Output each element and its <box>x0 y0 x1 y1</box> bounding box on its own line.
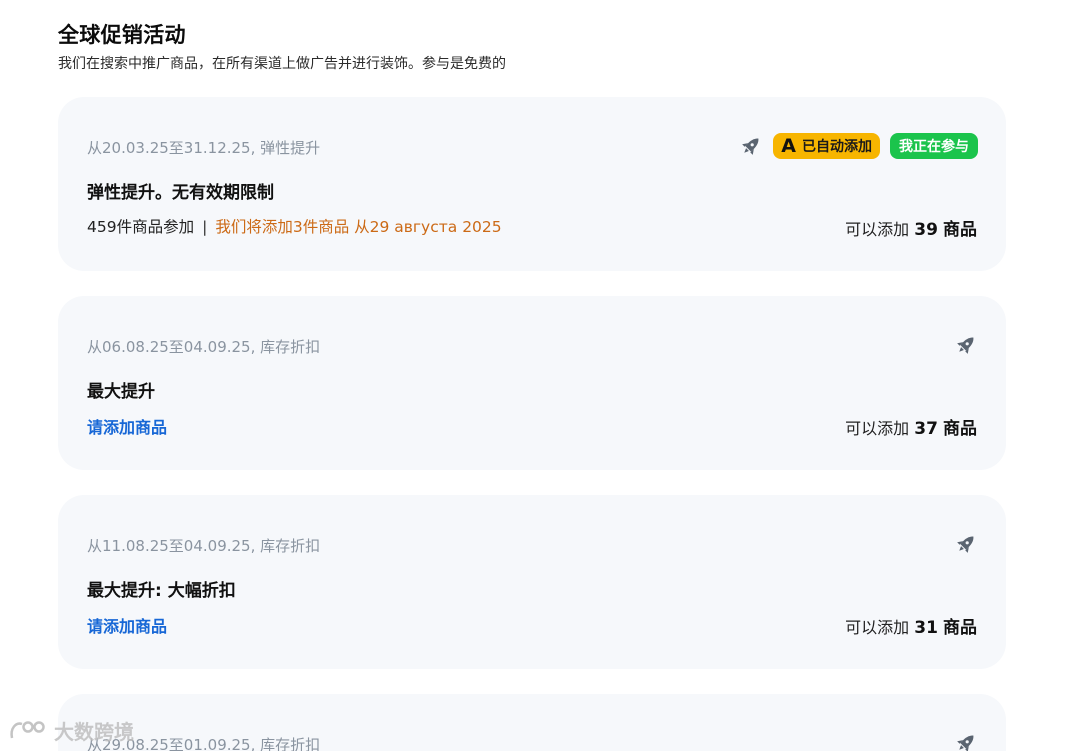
promotion-card[interactable]: 从06.08.25至04.09.25, 库存折扣 最大提升 请添加商品 可以添加… <box>58 296 1006 470</box>
promotions-page: 全球促销活动 我们在搜索中推广商品，在所有渠道上做广告并进行装饰。参与是免费的 … <box>0 0 1080 751</box>
can-add-count: 可以添加 39 商品 <box>845 215 977 240</box>
promotion-card[interactable]: 从29.08.25至01.09.25, 库存折扣 <box>58 694 1006 751</box>
can-add-number: 39 <box>914 220 938 240</box>
promotion-status-bar: A 已自动添加 我正在参与 <box>739 132 978 160</box>
promotion-status-bar <box>954 729 978 751</box>
info-separator: | <box>202 218 208 236</box>
can-add-label: 可以添加 <box>845 419 910 438</box>
auto-letter-icon: A <box>781 134 796 157</box>
promotion-card[interactable]: 从20.03.25至31.12.25, 弹性提升 A 已自动添加 我正在参与 弹… <box>58 97 1006 271</box>
auto-added-badge: A 已自动添加 <box>773 133 880 159</box>
promotion-status-bar <box>954 331 978 359</box>
promotion-date-range: 从29.08.25至01.09.25, 库存折扣 <box>87 736 321 751</box>
promotion-card[interactable]: 从11.08.25至04.09.25, 库存折扣 最大提升: 大幅折扣 请添加商… <box>58 495 1006 669</box>
participating-count: 459件商品参加 <box>87 218 195 236</box>
promotion-title: 最大提升: 大幅折扣 <box>87 581 236 601</box>
add-products-link[interactable]: 请添加商品 <box>87 613 167 637</box>
auto-added-label: 已自动添加 <box>802 139 872 155</box>
page-subtitle: 我们在搜索中推广商品，在所有渠道上做广告并进行装饰。参与是免费的 <box>58 56 506 72</box>
watermark-logo-icon <box>10 720 45 738</box>
can-add-unit: 商品 <box>943 419 977 439</box>
rocket-icon[interactable] <box>954 333 978 357</box>
participating-badge: 我正在参与 <box>890 133 978 159</box>
promotion-status-bar <box>954 530 978 558</box>
can-add-count: 可以添加 37 商品 <box>845 414 977 439</box>
promotion-info: 459件商品参加 | 我们将添加3件商品 从29 августа 2025 <box>87 215 502 237</box>
can-add-number: 37 <box>914 419 938 439</box>
can-add-number: 31 <box>914 618 938 638</box>
auto-add-note: 我们将添加3件商品 从29 августа 2025 <box>215 218 502 236</box>
can-add-label: 可以添加 <box>845 618 910 637</box>
rocket-icon[interactable] <box>954 532 978 556</box>
promotion-date-range: 从20.03.25至31.12.25, 弹性提升 <box>87 139 321 157</box>
page-title: 全球促销活动 <box>58 23 186 47</box>
promotion-date-range: 从06.08.25至04.09.25, 库存折扣 <box>87 338 321 356</box>
rocket-icon[interactable] <box>954 731 978 751</box>
can-add-label: 可以添加 <box>845 220 910 239</box>
add-products-link[interactable]: 请添加商品 <box>87 414 167 438</box>
promotion-date-range: 从11.08.25至04.09.25, 库存折扣 <box>87 537 321 555</box>
promotion-title: 最大提升 <box>87 382 155 402</box>
promotion-title: 弹性提升。无有效期限制 <box>87 183 274 203</box>
can-add-unit: 商品 <box>943 618 977 638</box>
can-add-unit: 商品 <box>943 220 977 240</box>
rocket-icon[interactable] <box>739 134 763 158</box>
can-add-count: 可以添加 31 商品 <box>845 613 977 638</box>
